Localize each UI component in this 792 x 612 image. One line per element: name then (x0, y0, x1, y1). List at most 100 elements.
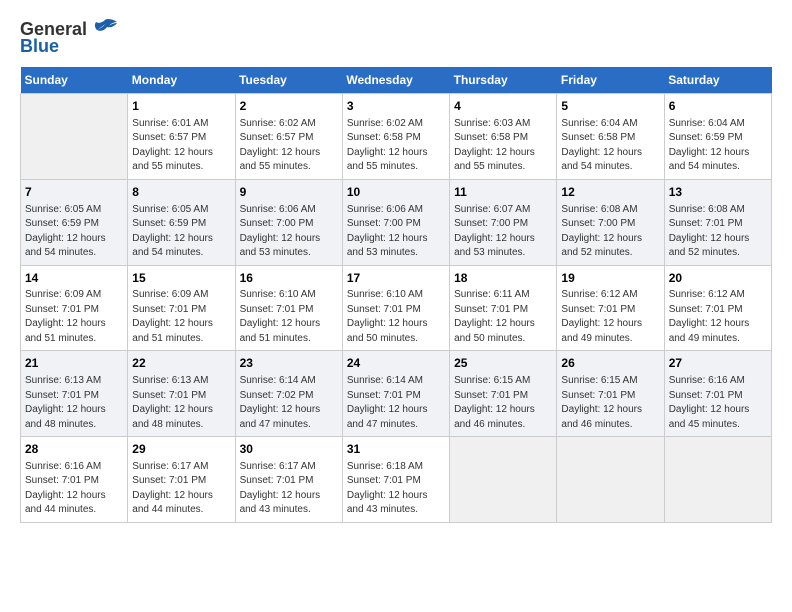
day-info: Sunrise: 6:02 AMSunset: 6:57 PMDaylight:… (240, 117, 338, 175)
day-info: Sunrise: 6:15 AMSunset: 7:01 PMDaylight:… (561, 374, 659, 432)
sunset-text: Sunset: 6:57 PM (132, 131, 230, 146)
header: General Blue (20, 18, 772, 57)
sunrise-text: Sunrise: 6:17 AM (132, 460, 230, 475)
daylight-hours: Daylight: 12 hours (25, 403, 123, 418)
week-row-3: 14Sunrise: 6:09 AMSunset: 7:01 PMDayligh… (21, 265, 772, 351)
daylight-hours: Daylight: 12 hours (669, 146, 767, 161)
sunset-text: Sunset: 7:01 PM (25, 303, 123, 318)
day-number: 20 (669, 270, 767, 287)
daylight-minutes: and 52 minutes. (561, 246, 659, 261)
sunrise-text: Sunrise: 6:08 AM (669, 203, 767, 218)
day-info: Sunrise: 6:09 AMSunset: 7:01 PMDaylight:… (25, 288, 123, 346)
daylight-hours: Daylight: 12 hours (240, 403, 338, 418)
daylight-minutes: and 46 minutes. (561, 418, 659, 433)
calendar-cell: 15Sunrise: 6:09 AMSunset: 7:01 PMDayligh… (128, 265, 235, 351)
sunrise-text: Sunrise: 6:13 AM (25, 374, 123, 389)
daylight-hours: Daylight: 12 hours (454, 232, 552, 247)
day-number: 19 (561, 270, 659, 287)
sunset-text: Sunset: 7:01 PM (454, 389, 552, 404)
daylight-minutes: and 54 minutes. (25, 246, 123, 261)
daylight-hours: Daylight: 12 hours (25, 489, 123, 504)
day-info: Sunrise: 6:06 AMSunset: 7:00 PMDaylight:… (347, 203, 445, 261)
daylight-minutes: and 44 minutes. (25, 503, 123, 518)
day-number: 29 (132, 441, 230, 458)
day-number: 13 (669, 184, 767, 201)
calendar-cell: 27Sunrise: 6:16 AMSunset: 7:01 PMDayligh… (664, 351, 771, 437)
daylight-hours: Daylight: 12 hours (561, 232, 659, 247)
sunrise-text: Sunrise: 6:15 AM (561, 374, 659, 389)
daylight-hours: Daylight: 12 hours (240, 146, 338, 161)
day-number: 26 (561, 355, 659, 372)
daylight-hours: Daylight: 12 hours (561, 317, 659, 332)
calendar-cell: 6Sunrise: 6:04 AMSunset: 6:59 PMDaylight… (664, 94, 771, 180)
daylight-minutes: and 55 minutes. (240, 160, 338, 175)
daylight-hours: Daylight: 12 hours (347, 489, 445, 504)
daylight-minutes: and 50 minutes. (347, 332, 445, 347)
day-info: Sunrise: 6:06 AMSunset: 7:00 PMDaylight:… (240, 203, 338, 261)
sunset-text: Sunset: 7:01 PM (561, 303, 659, 318)
daylight-hours: Daylight: 12 hours (347, 146, 445, 161)
day-info: Sunrise: 6:12 AMSunset: 7:01 PMDaylight:… (669, 288, 767, 346)
day-info: Sunrise: 6:02 AMSunset: 6:58 PMDaylight:… (347, 117, 445, 175)
daylight-minutes: and 44 minutes. (132, 503, 230, 518)
sunrise-text: Sunrise: 6:16 AM (669, 374, 767, 389)
daylight-hours: Daylight: 12 hours (132, 317, 230, 332)
sunset-text: Sunset: 7:01 PM (132, 303, 230, 318)
daylight-minutes: and 54 minutes. (669, 160, 767, 175)
sunrise-text: Sunrise: 6:12 AM (561, 288, 659, 303)
daylight-hours: Daylight: 12 hours (347, 232, 445, 247)
week-row-4: 21Sunrise: 6:13 AMSunset: 7:01 PMDayligh… (21, 351, 772, 437)
calendar-cell: 14Sunrise: 6:09 AMSunset: 7:01 PMDayligh… (21, 265, 128, 351)
calendar-cell: 17Sunrise: 6:10 AMSunset: 7:01 PMDayligh… (342, 265, 449, 351)
calendar-cell: 1Sunrise: 6:01 AMSunset: 6:57 PMDaylight… (128, 94, 235, 180)
calendar-cell: 20Sunrise: 6:12 AMSunset: 7:01 PMDayligh… (664, 265, 771, 351)
sunset-text: Sunset: 7:00 PM (240, 217, 338, 232)
sunrise-text: Sunrise: 6:12 AM (669, 288, 767, 303)
daylight-hours: Daylight: 12 hours (25, 317, 123, 332)
daylight-minutes: and 54 minutes. (132, 246, 230, 261)
week-row-2: 7Sunrise: 6:05 AMSunset: 6:59 PMDaylight… (21, 179, 772, 265)
day-info: Sunrise: 6:13 AMSunset: 7:01 PMDaylight:… (25, 374, 123, 432)
sunrise-text: Sunrise: 6:07 AM (454, 203, 552, 218)
col-header-monday: Monday (128, 67, 235, 94)
daylight-minutes: and 53 minutes. (240, 246, 338, 261)
calendar-cell: 30Sunrise: 6:17 AMSunset: 7:01 PMDayligh… (235, 437, 342, 523)
daylight-hours: Daylight: 12 hours (240, 232, 338, 247)
daylight-minutes: and 50 minutes. (454, 332, 552, 347)
daylight-minutes: and 55 minutes. (132, 160, 230, 175)
calendar-cell: 21Sunrise: 6:13 AMSunset: 7:01 PMDayligh… (21, 351, 128, 437)
page: General Blue SundayMondayTuesdayWednesda… (0, 0, 792, 612)
day-number: 11 (454, 184, 552, 201)
calendar-cell: 31Sunrise: 6:18 AMSunset: 7:01 PMDayligh… (342, 437, 449, 523)
logo: General Blue (20, 18, 119, 57)
sunrise-text: Sunrise: 6:10 AM (347, 288, 445, 303)
calendar-cell (664, 437, 771, 523)
sunset-text: Sunset: 7:01 PM (132, 389, 230, 404)
sunrise-text: Sunrise: 6:02 AM (347, 117, 445, 132)
sunrise-text: Sunrise: 6:15 AM (454, 374, 552, 389)
calendar-header-row: SundayMondayTuesdayWednesdayThursdayFrid… (21, 67, 772, 94)
calendar-cell: 12Sunrise: 6:08 AMSunset: 7:00 PMDayligh… (557, 179, 664, 265)
daylight-minutes: and 53 minutes. (454, 246, 552, 261)
daylight-minutes: and 51 minutes. (132, 332, 230, 347)
daylight-hours: Daylight: 12 hours (454, 146, 552, 161)
sunrise-text: Sunrise: 6:09 AM (25, 288, 123, 303)
calendar-cell: 11Sunrise: 6:07 AMSunset: 7:00 PMDayligh… (450, 179, 557, 265)
day-number: 18 (454, 270, 552, 287)
week-row-1: 1Sunrise: 6:01 AMSunset: 6:57 PMDaylight… (21, 94, 772, 180)
sunrise-text: Sunrise: 6:13 AM (132, 374, 230, 389)
daylight-minutes: and 46 minutes. (454, 418, 552, 433)
daylight-hours: Daylight: 12 hours (132, 232, 230, 247)
day-number: 6 (669, 98, 767, 115)
day-number: 2 (240, 98, 338, 115)
calendar-cell: 25Sunrise: 6:15 AMSunset: 7:01 PMDayligh… (450, 351, 557, 437)
day-number: 12 (561, 184, 659, 201)
calendar-cell: 23Sunrise: 6:14 AMSunset: 7:02 PMDayligh… (235, 351, 342, 437)
sunrise-text: Sunrise: 6:10 AM (240, 288, 338, 303)
daylight-hours: Daylight: 12 hours (669, 317, 767, 332)
day-number: 23 (240, 355, 338, 372)
sunset-text: Sunset: 7:01 PM (25, 389, 123, 404)
day-number: 3 (347, 98, 445, 115)
calendar-cell: 10Sunrise: 6:06 AMSunset: 7:00 PMDayligh… (342, 179, 449, 265)
day-info: Sunrise: 6:17 AMSunset: 7:01 PMDaylight:… (240, 460, 338, 518)
